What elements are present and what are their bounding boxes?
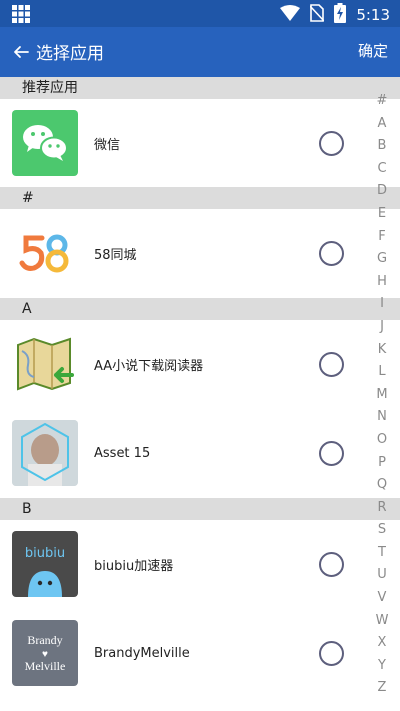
no-sim-icon	[309, 4, 325, 26]
list-item[interactable]: 微信	[0, 99, 400, 187]
brandy-logo-text: Brandy	[27, 633, 62, 647]
alphabet-index[interactable]: # A B C D E F G H I J K L M N O P Q R S …	[370, 90, 394, 700]
melville-logo-text: Melville	[25, 659, 66, 673]
index-letter-e[interactable]: E	[370, 203, 394, 226]
index-letter-n[interactable]: N	[370, 406, 394, 429]
index-letter-hash[interactable]: #	[370, 90, 394, 113]
battery-charging-icon	[334, 3, 347, 27]
index-letter-l[interactable]: L	[370, 361, 394, 384]
index-letter-i[interactable]: I	[370, 293, 394, 316]
biubiu-logo-text: biubiu	[25, 546, 65, 561]
select-radio[interactable]	[319, 641, 344, 666]
select-radio[interactable]	[319, 130, 344, 156]
index-letter-b[interactable]: B	[370, 135, 394, 158]
select-radio[interactable]	[319, 241, 344, 266]
section-header: A	[0, 298, 400, 320]
grid-icon	[12, 5, 30, 27]
list-item[interactable]: AA小说下载阅读器	[0, 320, 400, 409]
asset15-icon	[12, 420, 78, 486]
index-letter-o[interactable]: O	[370, 429, 394, 452]
wifi-icon	[280, 5, 301, 25]
index-letter-m[interactable]: M	[370, 384, 394, 407]
index-letter-z[interactable]: Z	[370, 677, 394, 700]
58tongcheng-icon	[12, 220, 78, 286]
index-letter-q[interactable]: Q	[370, 474, 394, 497]
index-letter-s[interactable]: S	[370, 519, 394, 542]
biubiu-icon: biubiu	[12, 531, 78, 597]
arrow-left-icon	[14, 46, 29, 58]
index-letter-c[interactable]: C	[370, 158, 394, 181]
index-letter-t[interactable]: T	[370, 542, 394, 565]
section-header: #	[0, 187, 400, 209]
list-item[interactable]: 58同城	[0, 209, 400, 298]
index-letter-k[interactable]: K	[370, 339, 394, 362]
index-letter-j[interactable]: J	[370, 316, 394, 339]
index-letter-x[interactable]: X	[370, 632, 394, 655]
index-letter-g[interactable]: G	[370, 248, 394, 271]
list-item[interactable]: Brandy ♥ Melville BrandyMelville	[0, 609, 400, 698]
app-bar: 选择应用 确定	[0, 27, 400, 77]
index-letter-f[interactable]: F	[370, 226, 394, 249]
index-letter-a[interactable]: A	[370, 113, 394, 136]
index-letter-d[interactable]: D	[370, 180, 394, 203]
index-letter-p[interactable]: P	[370, 452, 394, 475]
index-letter-w[interactable]: W	[370, 610, 394, 633]
app-name: 58同城	[94, 248, 137, 263]
app-name: AA小说下载阅读器	[94, 359, 204, 374]
confirm-button[interactable]: 确定	[358, 40, 388, 61]
select-radio[interactable]	[319, 552, 344, 577]
index-letter-r[interactable]: R	[370, 497, 394, 520]
page-title: 选择应用	[36, 44, 104, 64]
app-name: BrandyMelville	[94, 646, 190, 661]
app-name: Asset 15	[94, 446, 151, 461]
section-header: B	[0, 498, 400, 520]
list-item[interactable]: Asset 15	[0, 409, 400, 498]
app-name: 微信	[94, 137, 121, 153]
back-button[interactable]	[8, 39, 34, 65]
brandy-icon: Brandy ♥ Melville	[12, 620, 78, 686]
index-letter-y[interactable]: Y	[370, 655, 394, 678]
status-time: 5:13	[356, 6, 390, 24]
list-item[interactable]: biubiu biubiu加速器	[0, 520, 400, 609]
app-list: 推荐应用 微信 # 58同城 A AA小说下载阅读器 Asset 15 B bi…	[0, 77, 400, 698]
select-radio[interactable]	[319, 352, 344, 377]
index-letter-v[interactable]: V	[370, 587, 394, 610]
select-radio[interactable]	[319, 441, 344, 466]
app-name: biubiu加速器	[94, 559, 174, 574]
section-header: 推荐应用	[0, 77, 400, 99]
index-letter-h[interactable]: H	[370, 271, 394, 294]
status-bar: 5:13	[0, 0, 400, 27]
map-book-icon	[12, 331, 78, 397]
index-letter-u[interactable]: U	[370, 564, 394, 587]
wechat-icon	[12, 110, 78, 176]
